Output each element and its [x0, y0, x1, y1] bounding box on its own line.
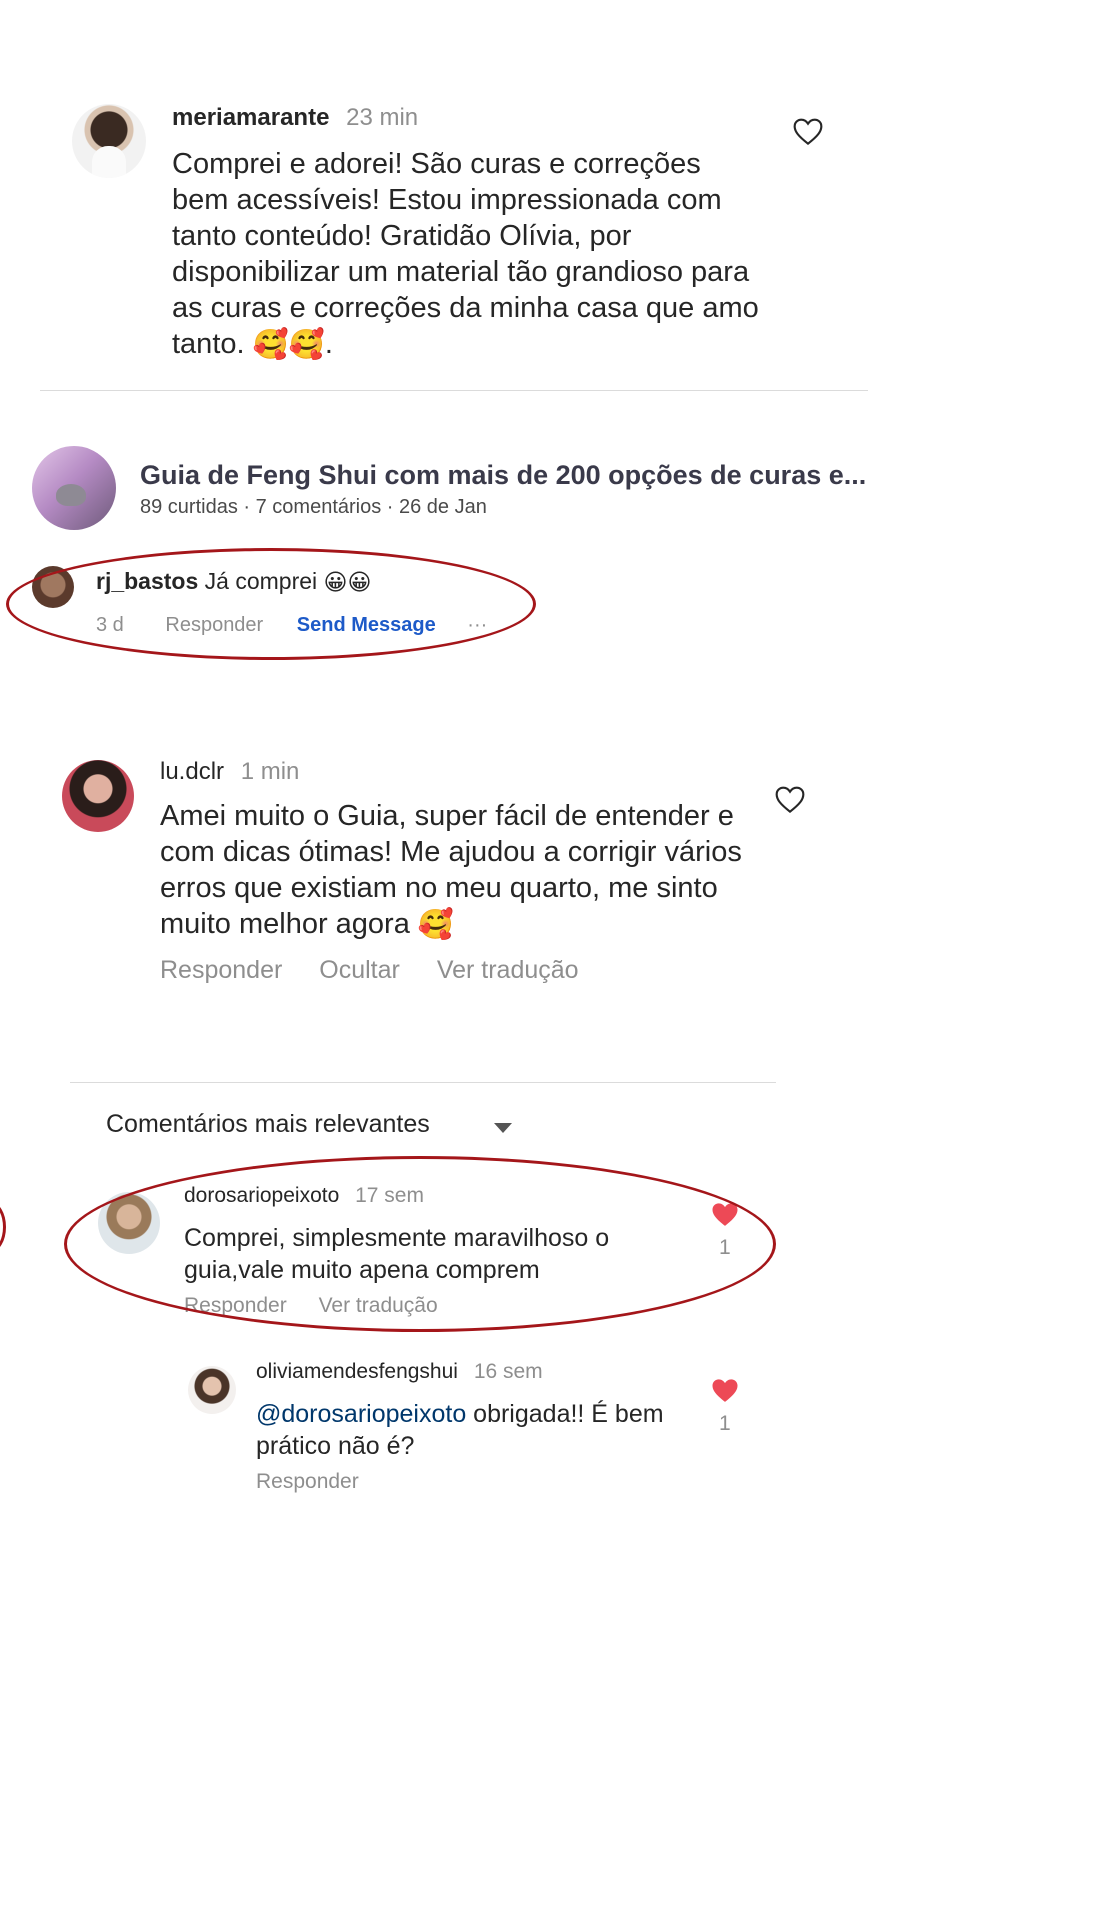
comment-end: . — [324, 328, 333, 360]
translate-link[interactable]: Ver tradução — [437, 956, 579, 984]
heart-filled-icon[interactable] — [710, 1376, 740, 1404]
highlight-ellipse — [64, 1156, 776, 1332]
post-thumbnail[interactable] — [32, 446, 116, 530]
comment-actions: Responder Ocultar Ver tradução — [160, 956, 579, 985]
reply-link[interactable]: Responder — [160, 956, 282, 984]
avatar-lu-dclr[interactable] — [62, 760, 134, 832]
smiling-hearts-emoji: 🥰🥰 — [252, 329, 325, 362]
sort-label: Comentários mais relevantes — [106, 1110, 430, 1138]
comment-header: lu.dclr 1 min — [160, 758, 299, 786]
comment-header: meriamarante 23 min — [172, 104, 418, 132]
highlight-ellipse-edge — [0, 1202, 6, 1252]
comment-text: Comprei e adorei! São curas e correções … — [172, 146, 762, 363]
reply-link[interactable]: Responder — [256, 1470, 359, 1494]
username[interactable]: oliviamendesfengshui — [256, 1360, 458, 1383]
comment-header: oliviamendesfengshui 16 sem — [256, 1360, 543, 1384]
avatar-oliviamendesfengshui[interactable] — [188, 1366, 236, 1414]
hide-link[interactable]: Ocultar — [319, 956, 400, 984]
sort-dropdown[interactable]: Comentários mais relevantes — [106, 1110, 430, 1139]
mention-link[interactable]: @dorosariopeixoto — [256, 1400, 466, 1428]
chevron-down-icon[interactable] — [494, 1120, 512, 1138]
timestamp: 16 sem — [473, 1360, 543, 1383]
post-title[interactable]: Guia de Feng Shui com mais de 200 opções… — [140, 460, 866, 491]
username[interactable]: meriamarante — [172, 104, 329, 131]
comment-text: Amei muito o Guia, super fácil de entend… — [160, 798, 750, 943]
divider — [70, 1082, 776, 1083]
highlight-ellipse — [6, 548, 536, 660]
divider — [40, 390, 868, 391]
heart-outline-icon[interactable] — [792, 116, 824, 146]
avatar-meriamarante[interactable] — [72, 104, 146, 178]
timestamp: 1 min — [240, 758, 300, 785]
username[interactable]: lu.dclr — [160, 758, 224, 785]
comment-text: @dorosariopeixoto obrigada!! É bem práti… — [256, 1398, 696, 1462]
like-count: 1 — [719, 1412, 731, 1435]
heart-outline-icon[interactable] — [774, 784, 806, 814]
post-meta: 89 curtidas · 7 comentários · 26 de Jan — [140, 496, 487, 518]
timestamp: 23 min — [346, 104, 419, 131]
smiling-hearts-emoji: 🥰 — [417, 909, 455, 942]
